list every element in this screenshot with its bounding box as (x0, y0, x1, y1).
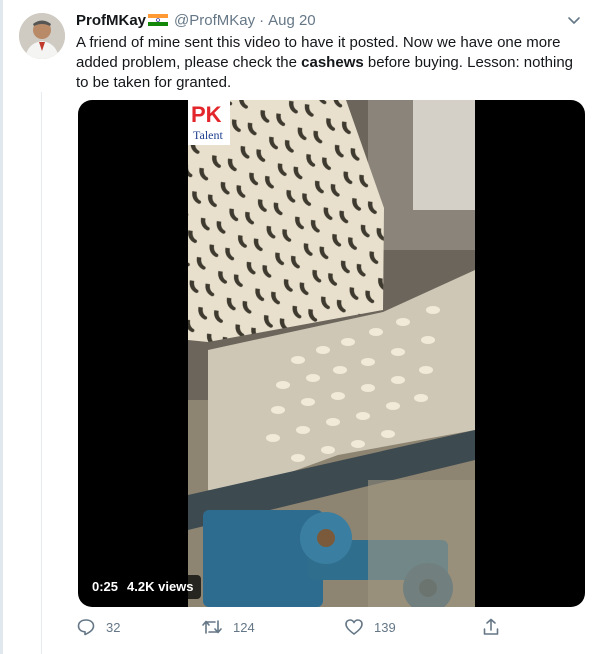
india-flag-icon (148, 14, 169, 26)
separator-dot: · (259, 12, 265, 29)
watermark-logo-top: PK (191, 102, 222, 127)
heart-icon (344, 617, 364, 637)
author-name[interactable]: ProfMKay (76, 12, 146, 29)
thread-line (41, 92, 42, 654)
video-stats-overlay: 0:25 4.2K views (85, 575, 201, 599)
reply-icon (76, 617, 96, 637)
avatar-image (19, 13, 65, 59)
chevron-down-icon[interactable] (566, 12, 582, 28)
video-player[interactable]: PK Talent 0:25 4.2K views (78, 100, 585, 607)
retweet-button[interactable]: 124 (201, 615, 255, 639)
retweet-icon (201, 617, 223, 637)
share-button[interactable] (481, 615, 501, 639)
tweet-text-bold: cashews (301, 54, 364, 71)
avatar[interactable] (19, 13, 65, 59)
tweet-text: A friend of mine sent this video to have… (76, 33, 581, 93)
page-frame-left-border (0, 0, 3, 654)
tweet-date[interactable]: Aug 20 (268, 12, 316, 29)
tweet-actions: 32 124 139 (76, 615, 506, 639)
retweet-count: 124 (233, 619, 255, 635)
video-views: 4.2K views (127, 579, 194, 594)
share-icon (481, 617, 501, 637)
reply-button[interactable]: 32 (76, 615, 120, 639)
tweet-header: ProfMKay @ProfMKay · Aug 20 (76, 10, 582, 32)
like-count: 139 (374, 619, 396, 635)
author-handle[interactable]: @ProfMKay (174, 12, 255, 29)
watermark-logo-bottom: Talent (193, 128, 223, 142)
video-frame: PK Talent (188, 100, 475, 607)
like-button[interactable]: 139 (344, 615, 396, 639)
video-duration: 0:25 (92, 579, 119, 594)
reply-count: 32 (106, 619, 121, 635)
